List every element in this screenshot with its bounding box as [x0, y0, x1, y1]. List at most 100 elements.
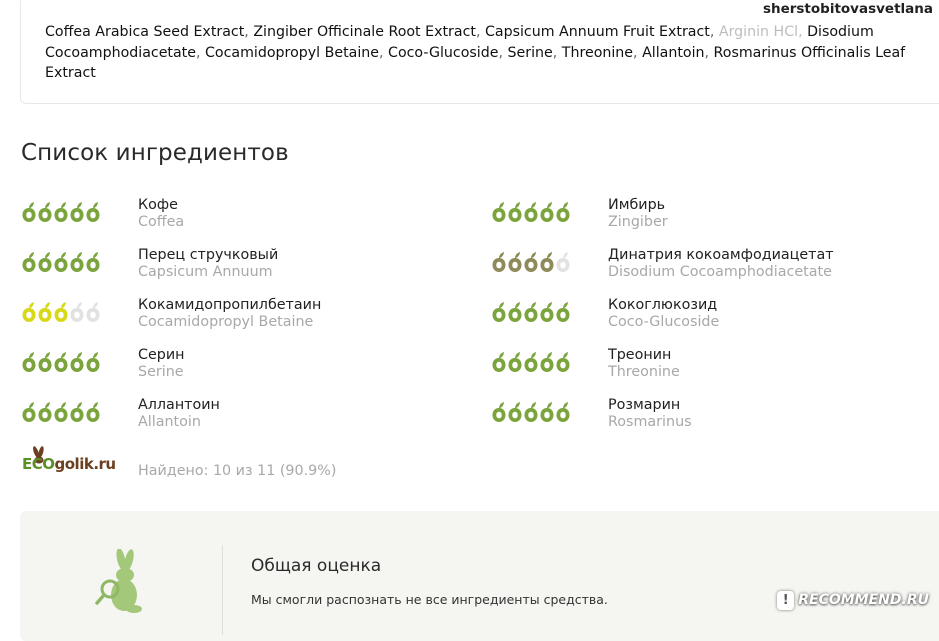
ingredient-name-lat: Allantoin — [138, 414, 201, 430]
author-username: sherstobitovasvetlana — [762, 1, 933, 17]
composition-separator: , — [379, 44, 389, 61]
ingredient-rating — [21, 251, 101, 273]
rating-leaf-icon — [38, 402, 52, 422]
ingredient-name-lat: Cocamidopropyl Betaine — [138, 314, 314, 330]
ingredient-name-ru[interactable]: Розмарин — [608, 397, 692, 414]
ingredient-names: Кокоглюкозид Coco-Glucoside — [608, 297, 719, 331]
ingredient-rating — [21, 301, 101, 323]
rating-leaf-icon — [492, 352, 506, 372]
ingredient-name-lat: Rosmarinus — [608, 414, 692, 430]
rating-leaf-icon — [86, 252, 100, 272]
rating-leaf-icon — [556, 202, 570, 222]
rating-leaf-icon — [540, 402, 554, 422]
composition-ingredient: Serine — [507, 44, 553, 61]
ecogolik-eco: ECO — [22, 455, 55, 473]
rating-leaf-icon — [524, 202, 538, 222]
rating-leaf-icon — [70, 252, 84, 272]
rating-leaf-icon — [54, 202, 68, 222]
composition-separator: , — [475, 24, 485, 40]
composition-separator: , — [498, 44, 508, 61]
rating-leaf-icon — [70, 202, 84, 222]
rating-leaf-icon — [70, 302, 84, 322]
found-count: Найдено: 10 из 11 (90.9%) — [138, 463, 337, 479]
ingredient-rating — [21, 351, 101, 373]
rating-leaf-icon — [540, 202, 554, 222]
composition-ingredient: Threonine — [561, 44, 634, 61]
rating-leaf-icon — [540, 352, 554, 372]
rating-leaf-icon — [38, 352, 52, 372]
rating-leaf-icon — [492, 302, 506, 322]
composition-separator: , — [244, 24, 254, 40]
ingredient-rating — [491, 201, 571, 223]
rating-leaf-icon — [524, 252, 538, 272]
ingredient-names: Перец стручковый Capsicum Annuum — [138, 247, 278, 281]
rating-leaf-icon — [54, 352, 68, 372]
rating-leaf-icon — [70, 402, 84, 422]
rating-leaf-icon — [22, 402, 36, 422]
rating-leaf-icon — [54, 402, 68, 422]
rating-leaf-icon — [70, 352, 84, 372]
rating-leaf-icon — [540, 252, 554, 272]
ingredient-names: Имбирь Zingiber — [608, 197, 668, 231]
composition-text: Coffea Arabica Seed Extract, Zingiber Of… — [45, 22, 935, 84]
rating-leaf-icon — [492, 202, 506, 222]
rating-leaf-icon — [22, 352, 36, 372]
ingredient-name-lat: Disodium Cocoamphodiacetate — [608, 264, 832, 280]
composition-ingredient: Coco-Glucoside — [388, 44, 499, 61]
rabbit-magnifier-icon — [95, 549, 142, 613]
rating-leaf-icon — [54, 252, 68, 272]
ingredient-rating — [21, 201, 101, 223]
composition-ingredient-unrecognized: Arginin HCl — [718, 24, 799, 40]
rating-leaf-icon — [556, 302, 570, 322]
composition-ingredient: Cocamidopropyl Betaine — [205, 44, 379, 61]
composition-separator: , — [552, 44, 562, 61]
rating-leaf-icon — [524, 352, 538, 372]
rating-leaf-icon — [54, 302, 68, 322]
summary-note: Мы смогли распознать не все ингредиенты … — [251, 592, 608, 607]
ingredient-name-ru[interactable]: Имбирь — [608, 197, 668, 214]
ingredient-name-ru[interactable]: Серин — [138, 347, 185, 364]
ingredient-name-lat: Coffea — [138, 214, 185, 230]
ecogolik-logo[interactable]: ECOgolik.ru — [22, 455, 116, 473]
ingredient-name-lat: Coco-Glucoside — [608, 314, 720, 330]
rating-leaf-icon — [508, 202, 522, 222]
rating-leaf-icon — [556, 352, 570, 372]
rating-leaf-icon — [22, 202, 36, 222]
ingredient-names: Кофе Coffea — [138, 197, 184, 231]
rating-leaf-icon — [508, 252, 522, 272]
rating-leaf-icon — [86, 402, 100, 422]
rating-leaf-icon — [22, 252, 36, 272]
rating-leaf-icon — [556, 252, 570, 272]
rating-leaf-icon — [540, 302, 554, 322]
ingredient-names: Серин Serine — [138, 347, 185, 381]
composition-ingredient: Zingiber Officinale Root Extract — [253, 24, 476, 40]
ingredient-rating — [491, 351, 571, 373]
ingredient-rating — [491, 251, 571, 273]
rating-leaf-icon — [38, 302, 52, 322]
rating-leaf-icon — [556, 402, 570, 422]
ingredient-name-lat: Threonine — [608, 364, 680, 380]
ingredient-name-ru[interactable]: Треонин — [608, 347, 680, 364]
ingredient-rating — [21, 401, 101, 423]
ingredient-name-ru[interactable]: Перец стручковый — [138, 247, 278, 264]
ingredient-name-ru[interactable]: Кофе — [138, 197, 184, 214]
ingredient-name-ru[interactable]: Кокамидопропилбетаин — [138, 297, 321, 314]
irecommend-badge-icon: ! — [777, 590, 795, 610]
ingredient-list-title: Список ингредиентов — [21, 140, 289, 166]
ingredient-names: Треонин Threonine — [608, 347, 680, 381]
composition-separator: , — [633, 44, 643, 61]
ingredient-names: Кокамидопропилбетаин Cocamidopropyl Betai… — [138, 297, 321, 331]
summary-divider — [222, 545, 223, 635]
composition-separator: , — [798, 24, 808, 40]
ecogolik-rest: golik.ru — [54, 455, 117, 473]
rating-leaf-icon — [86, 202, 100, 222]
ingredient-name-ru[interactable]: Кокоглюкозид — [608, 297, 719, 314]
rating-leaf-icon — [22, 302, 36, 322]
ingredient-rating — [491, 301, 571, 323]
ingredient-name-ru[interactable]: Аллантоин — [138, 397, 220, 414]
ingredient-name-ru[interactable]: Динатрия кокоамфодиацетат — [608, 247, 834, 264]
rating-leaf-icon — [524, 302, 538, 322]
composition-separator: , — [195, 44, 206, 61]
rating-leaf-icon — [86, 302, 100, 322]
irecommend-watermark-text: RECOMMEND.RU — [798, 592, 929, 608]
